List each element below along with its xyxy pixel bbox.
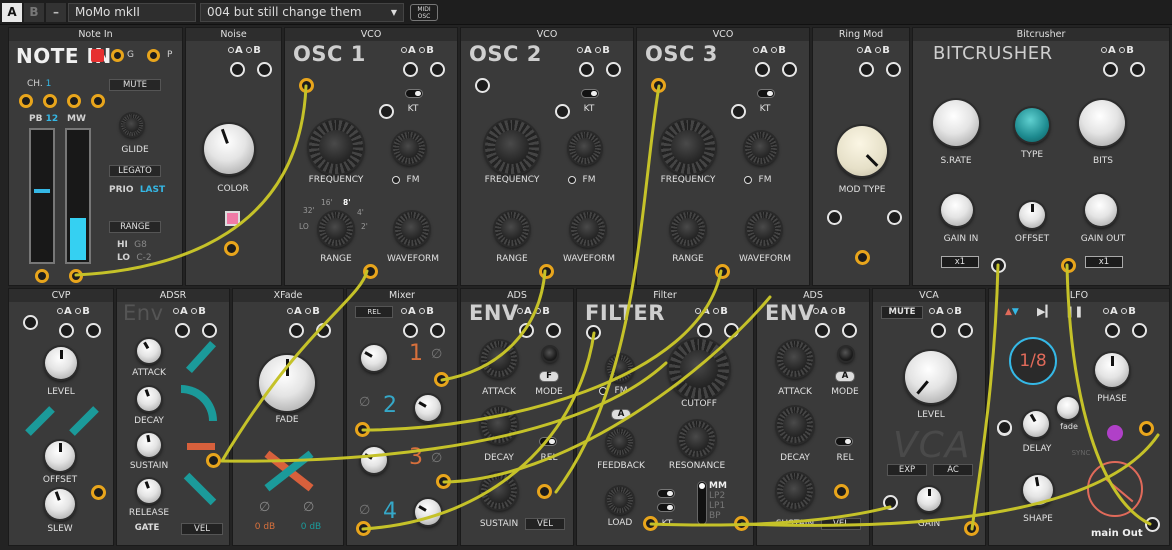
cable-filter-to-vca[interactable] [649, 505, 892, 527]
cable-bitcrusher-to-vca[interactable] [970, 263, 1000, 531]
cable-note-to-osc1[interactable] [74, 84, 308, 277]
cable-osc1-to-adsr[interactable] [220, 269, 369, 463]
cable-osc2-to-mixer1[interactable] [440, 269, 547, 382]
patch-cables [74, 84, 1160, 531]
cable-bitcrusher-to-mainout[interactable] [1065, 263, 1152, 526]
cable-mixer-to-filter[interactable] [361, 331, 596, 531]
synth-rack: A B – MoMo mkII 004 but still change the… [0, 0, 1172, 550]
